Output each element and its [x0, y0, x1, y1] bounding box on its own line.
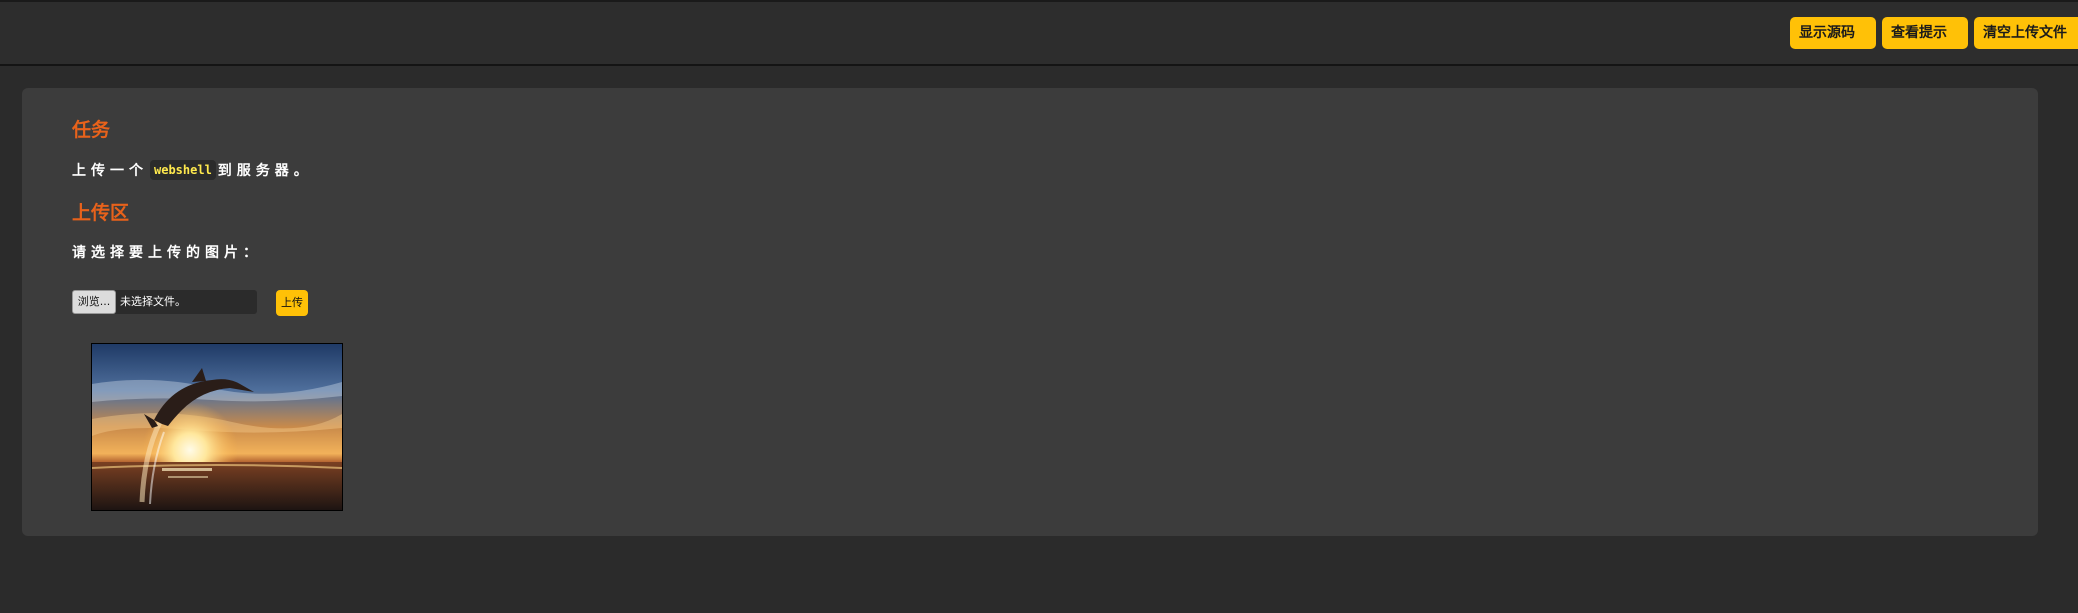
- webshell-code: webshell: [150, 160, 216, 180]
- view-hint-button[interactable]: 查看提示: [1882, 17, 1968, 49]
- task-text-before: 上传一个: [72, 163, 148, 179]
- browse-button[interactable]: 浏览...: [72, 290, 116, 314]
- task-text-after: 到服务器。: [217, 163, 313, 179]
- task-heading: 任务: [72, 119, 111, 141]
- dolphin-sunset-picture: [92, 344, 342, 510]
- show-source-button[interactable]: 显示源码: [1790, 17, 1876, 49]
- upload-button[interactable]: 上传: [276, 290, 308, 316]
- file-input[interactable]: 浏览... 未选择文件。: [72, 290, 257, 314]
- dolphin-sunset-image: [91, 343, 343, 511]
- upload-heading: 上传区: [72, 202, 130, 224]
- file-status-text: 未选择文件。: [120, 295, 186, 308]
- main-card: 任务 上传一个 webshell 到服务器。 上传区 请选择要上传的图片： 浏览..…: [22, 88, 2038, 536]
- top-toolbar: 显示源码 查看提示 清空上传文件: [0, 0, 2078, 66]
- task-description: 上传一个 webshell 到服务器。: [72, 160, 313, 182]
- upload-prompt: 请选择要上传的图片：: [72, 245, 262, 261]
- clear-uploads-button[interactable]: 清空上传文件: [1974, 17, 2078, 49]
